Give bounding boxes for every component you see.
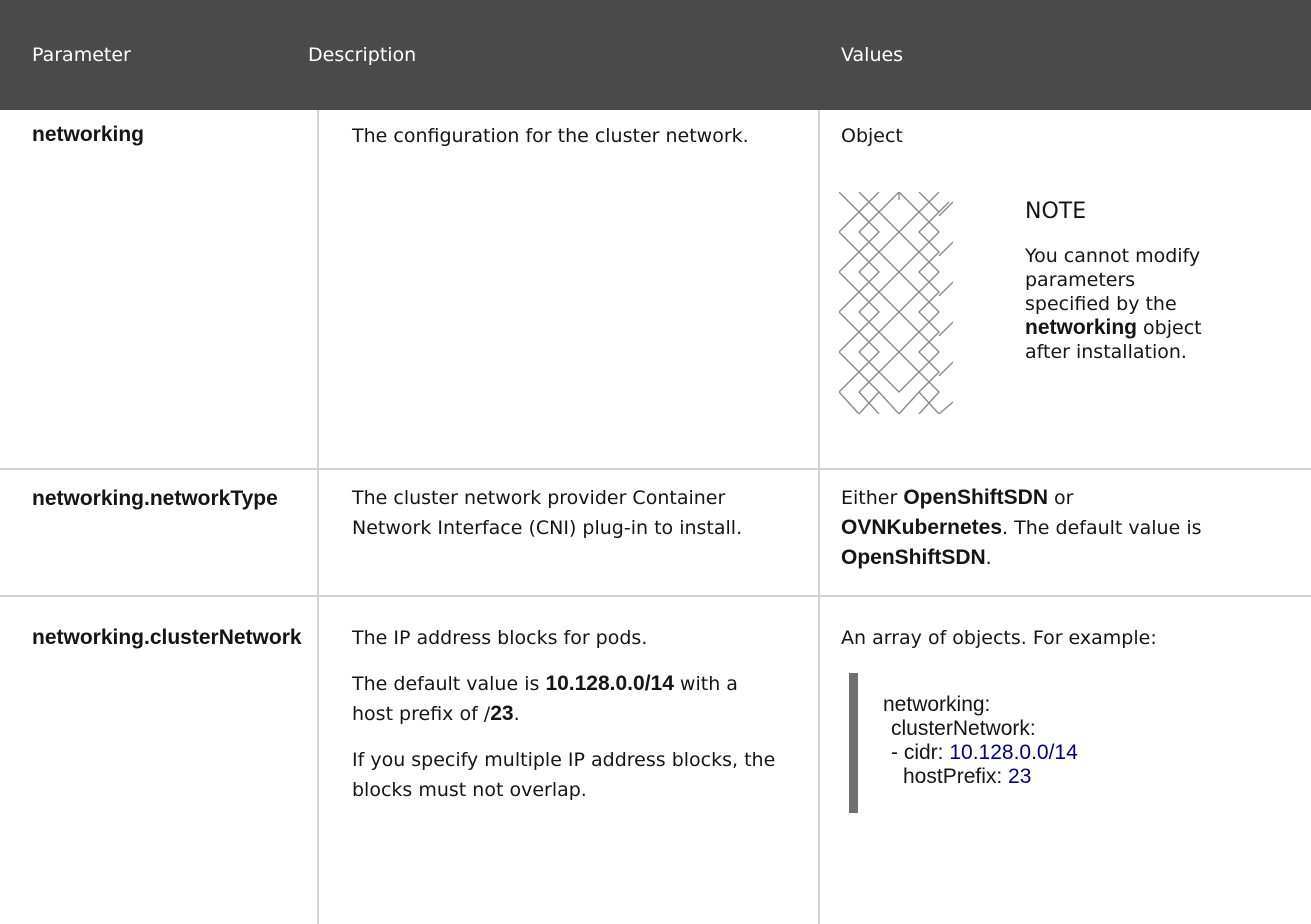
- description-cell: The cluster network provider Container N…: [319, 470, 820, 595]
- table-header: Parameter Description Values: [0, 0, 1311, 110]
- table-body: networking The configuration for the clu…: [0, 110, 1311, 924]
- code-value: 10.128.0.0/14: [949, 741, 1078, 764]
- code-line: networking:: [883, 693, 991, 716]
- code-key: - cidr:: [891, 741, 950, 764]
- param-cell: networking.networkType: [0, 470, 319, 595]
- code-line: clusterNetwork:: [891, 717, 1036, 740]
- note-bold-networking: networking: [1025, 316, 1138, 339]
- values-cell: Object NOTE You cannot modify parameters…: [820, 110, 1311, 468]
- description-cell: The IP address blocks for pods. The defa…: [319, 597, 820, 924]
- code-value: 23: [1008, 765, 1032, 788]
- code-block: networking: clusterNetwork: - cidr: 10.1…: [849, 673, 1311, 813]
- header-values: Values: [841, 44, 904, 66]
- values-text: Either OpenShiftSDN or OVNKubernetes. Th…: [841, 486, 1202, 569]
- description-text: The IP address blocks for pods.: [352, 627, 648, 649]
- description-text: If you specify multiple IP address block…: [352, 749, 776, 801]
- param-name: networking.networkType: [32, 487, 278, 510]
- header-parameter: Parameter: [32, 44, 131, 66]
- parameters-table: Parameter Description Values: [0, 0, 1311, 110]
- header-description: Description: [308, 44, 417, 66]
- description-cell: The configuration for the cluster networ…: [319, 110, 820, 468]
- description-text: The default value is 10.128.0.0/14 with …: [352, 672, 738, 725]
- values-cell: An array of objects. For example: networ…: [820, 597, 1311, 924]
- code-key: hostPrefix:: [903, 765, 1009, 788]
- note-title: NOTE: [1025, 199, 1087, 224]
- param-name: networking.clusterNetwork: [32, 626, 302, 649]
- param-name: networking: [32, 123, 145, 146]
- note-pattern-icon: [839, 192, 953, 414]
- note-text: You cannot modify parameters specified b…: [1025, 245, 1202, 363]
- description-text: The configuration for the cluster networ…: [352, 125, 749, 147]
- param-cell: networking.clusterNetwork: [0, 597, 319, 924]
- note-admonition: NOTE You cannot modify parameters specif…: [839, 192, 1311, 414]
- table-row: networking.networkType The cluster netwo…: [0, 470, 1311, 597]
- table-row: networking.clusterNetwork The IP address…: [0, 597, 1311, 924]
- values-text: An array of objects. For example:: [841, 627, 1157, 649]
- param-cell: networking: [0, 110, 319, 468]
- table-row: networking The configuration for the clu…: [0, 110, 1311, 470]
- description-text: The cluster network provider Container N…: [352, 487, 743, 539]
- values-cell: Either OpenShiftSDN or OVNKubernetes. Th…: [820, 470, 1311, 595]
- values-text: Object: [841, 125, 903, 147]
